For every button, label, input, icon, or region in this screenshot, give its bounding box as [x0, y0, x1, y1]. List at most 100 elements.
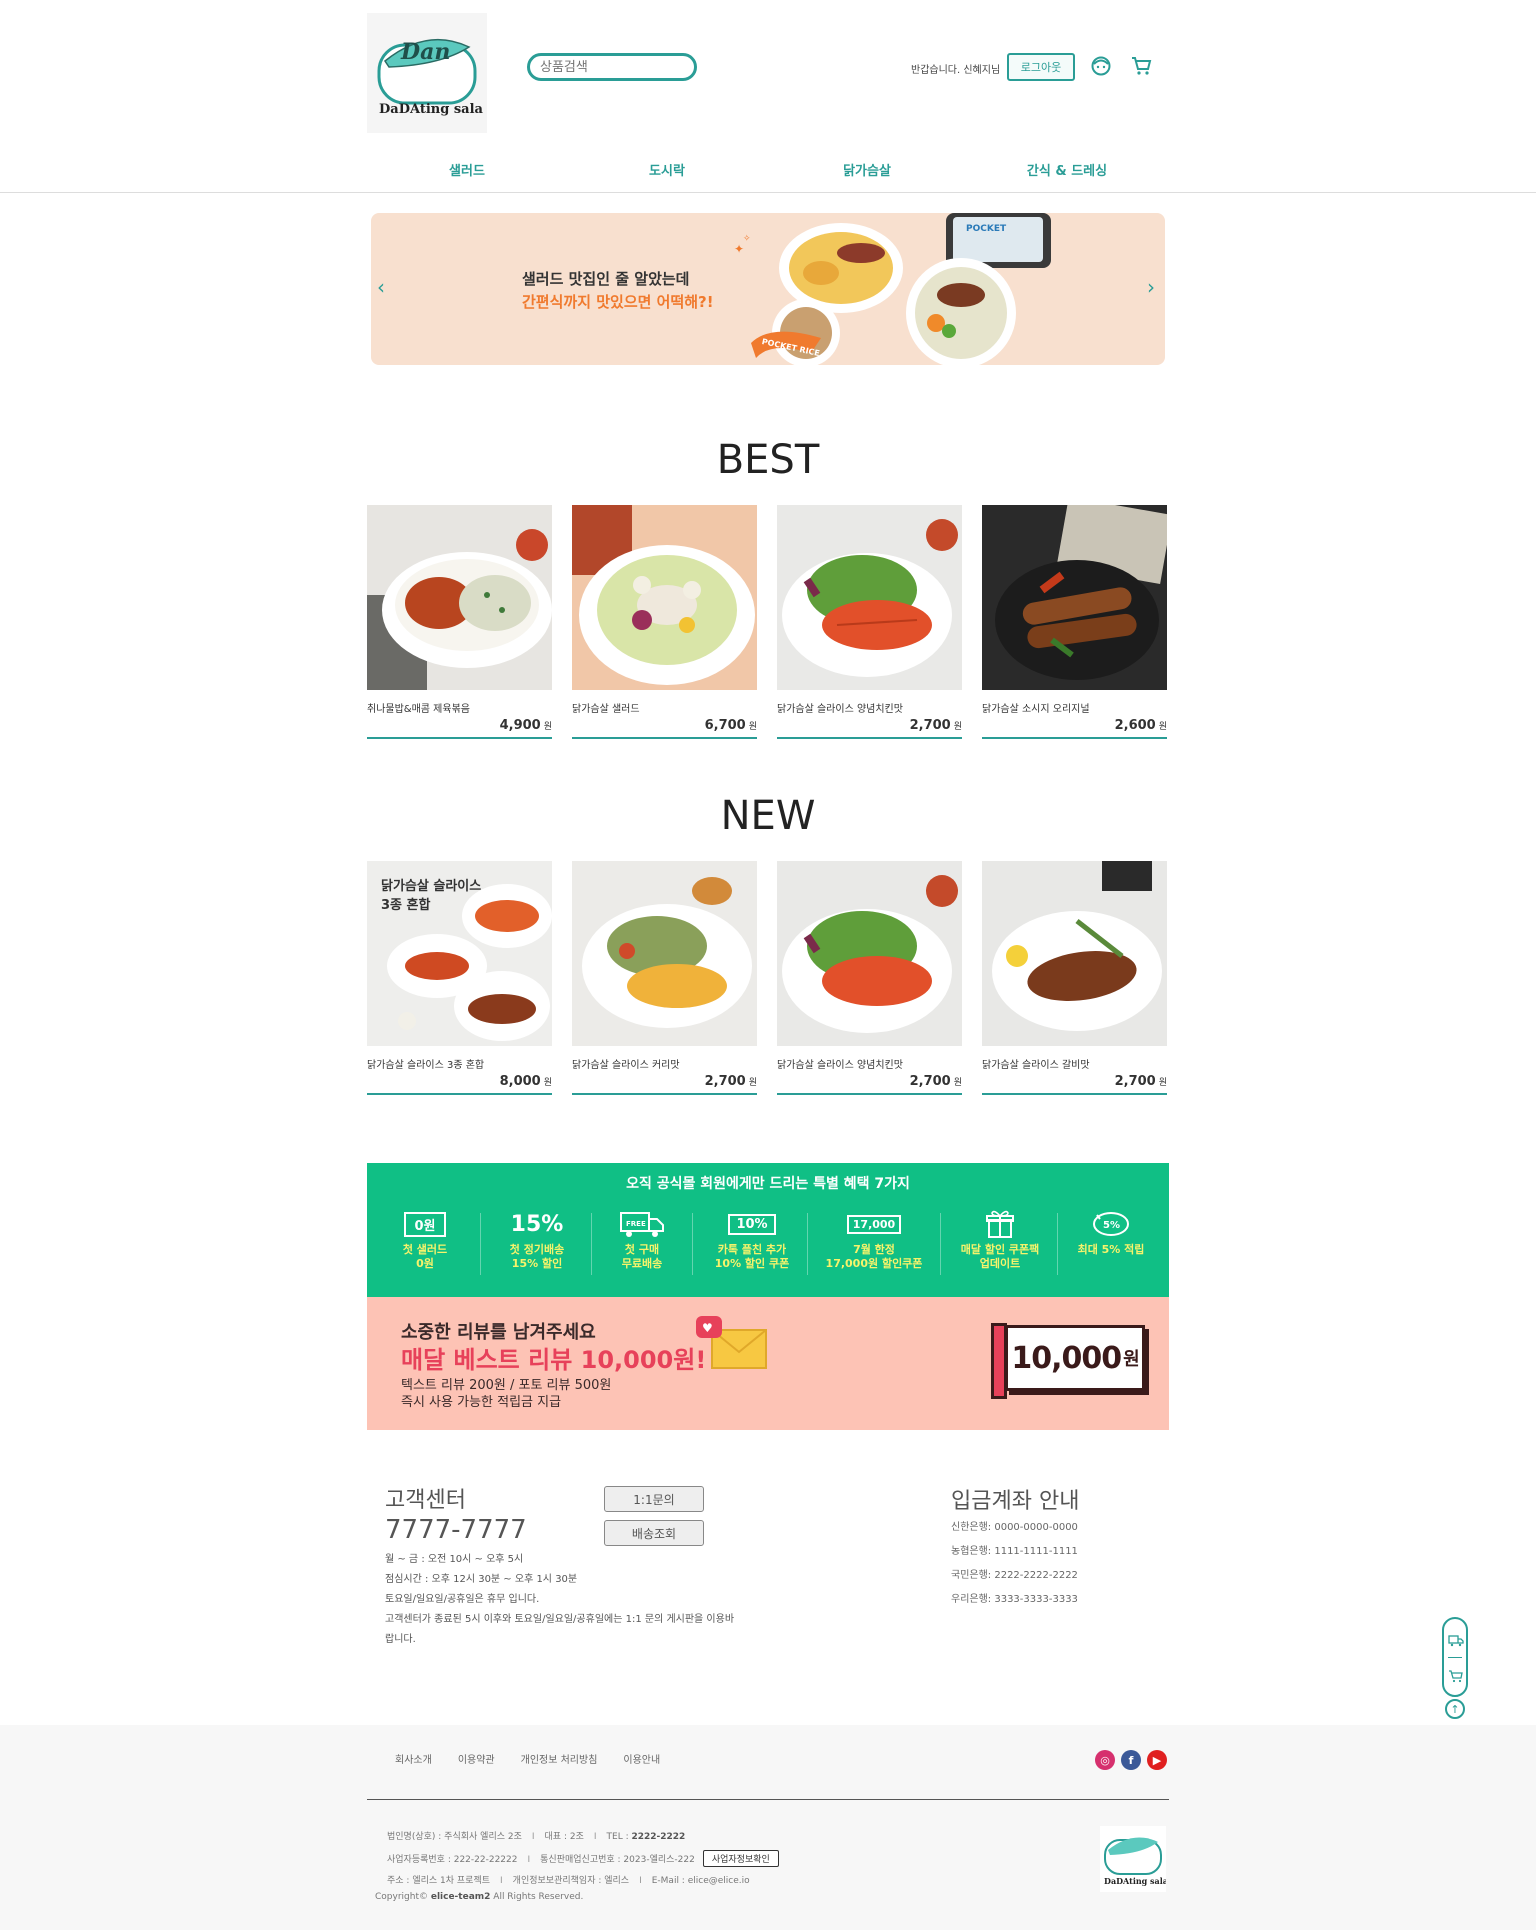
site-logo[interactable]: Dan DaDAting salad	[367, 13, 487, 133]
scroll-top-icon[interactable]: ↑	[1445, 1699, 1465, 1719]
review-line-4: 즉시 사용 가능한 적립금 지급	[401, 1395, 562, 1410]
cart-icon[interactable]	[1130, 55, 1152, 77]
product-name[interactable]: 닭가슴살 슬라이스 갈비맛	[982, 1056, 1167, 1071]
logout-button[interactable]: 로그아웃	[1007, 53, 1075, 81]
product-price: 2,700 원	[909, 1074, 962, 1089]
benefit-item: 17,000 7월 한정 17,000원 할인쿠폰	[819, 1209, 929, 1271]
banner-line-1: 샐러드 맛집인 줄 알았는데	[522, 270, 690, 288]
footer-link-about[interactable]: 회사소개	[395, 1751, 432, 1766]
instagram-icon[interactable]: ◎	[1095, 1750, 1115, 1770]
product-image[interactable]	[982, 861, 1167, 1046]
product-image[interactable]	[777, 861, 962, 1046]
product-image[interactable]	[777, 505, 962, 690]
customer-center-title: 고객센터	[385, 1488, 466, 1513]
benefit-item: 매달 할인 쿠폰팩 업데이트	[945, 1209, 1055, 1271]
product-price: 4,900 원	[499, 718, 552, 733]
product-image[interactable]: 닭가슴살 슬라이스 3종 혼합	[367, 861, 552, 1046]
product-price: 8,000 원	[499, 1074, 552, 1089]
product-name[interactable]: 닭가슴살 샐러드	[572, 700, 757, 715]
user-icon[interactable]	[1090, 55, 1112, 77]
product-price: 2,700 원	[909, 718, 962, 733]
product-name[interactable]: 닭가슴살 슬라이스 양념치킨맛	[777, 1056, 962, 1071]
footer-divider	[367, 1799, 1169, 1800]
svg-text:FREE: FREE	[626, 1220, 646, 1228]
svg-text:✦: ✦	[734, 242, 744, 256]
best-section-title: BEST	[716, 437, 820, 483]
benefits-heading: 오직 공식몰 회원에게만 드리는 특별 혜택 7가지	[626, 1176, 910, 1192]
delivery-truck-icon[interactable]	[1448, 1633, 1464, 1647]
product-price: 2,700 원	[1114, 1074, 1167, 1089]
product-card[interactable]: 닭가슴살 슬라이스 커리맛 2,700 원	[572, 861, 757, 1095]
bank-account-list: 신한은행: 0000-0000-0000 농협은행: 1111-1111-111…	[951, 1522, 1078, 1605]
nav-item-snack-dressing[interactable]: 간식 & 드레싱	[967, 160, 1167, 186]
percent-icon: 15%	[510, 1211, 564, 1237]
greeting-text: 반갑습니다. 신혜지님	[911, 65, 1001, 76]
footer-logo[interactable]: DaDAting salad	[1100, 1826, 1174, 1892]
banner-line-2: 간편식까지 맛있으면 어떡해?!	[522, 293, 714, 311]
review-line-2: 매달 베스트 리뷰 10,000원!	[401, 1346, 707, 1374]
product-card[interactable]: 닭가슴살 슬라이스 양념치킨맛 2,700 원	[777, 861, 962, 1095]
product-card[interactable]: 취나물밥&매콤 제육볶음 4,900 원	[367, 505, 552, 739]
inquiry-button[interactable]: 1:1문의	[604, 1486, 704, 1512]
youtube-icon[interactable]: ▶	[1147, 1750, 1167, 1770]
business-info-button[interactable]: 사업자정보확인	[702, 1850, 779, 1867]
best-product-grid: 취나물밥&매콤 제육볶음 4,900 원 닭가슴살 샐러드 6,700 원 닭가…	[367, 505, 1169, 739]
nav-item-lunchbox[interactable]: 도시락	[567, 160, 767, 186]
product-name[interactable]: 취나물밥&매콤 제육볶음	[367, 700, 552, 715]
product-name[interactable]: 닭가슴살 슬라이스 양념치킨맛	[777, 700, 962, 715]
benefit-item: 10% 카톡 플친 추가 10% 할인 쿠폰	[697, 1209, 807, 1271]
promo-banner[interactable]: ‹ › 샐러드 맛집인 줄 알았는데 간편식까지 맛있으면 어떡해?! POCK…	[371, 213, 1165, 365]
site-footer	[0, 1725, 1536, 1930]
image-overlay-line-1: 닭가슴살 슬라이스	[381, 879, 482, 894]
review-event-banner[interactable]: 소중한 리뷰를 남겨주세요 매달 베스트 리뷰 10,000원! 텍스트 리뷰 …	[367, 1297, 1169, 1430]
image-overlay-line-2: 3종 혼합	[381, 898, 431, 913]
footer-link-privacy[interactable]: 개인정보 처리방침	[521, 1751, 598, 1766]
delivery-truck-icon: FREE	[587, 1209, 697, 1239]
main-nav: 샐러드 도시락 닭가슴살 간식 & 드레싱	[367, 160, 1167, 186]
nav-item-salad[interactable]: 샐러드	[367, 160, 567, 186]
coupon-icon: 0원	[370, 1209, 480, 1239]
voucher-10000: 10,000 원	[991, 1323, 1151, 1403]
facebook-icon[interactable]: f	[1121, 1750, 1141, 1770]
nav-item-chicken-breast[interactable]: 닭가슴살	[767, 160, 967, 186]
product-price: 2,700 원	[704, 1074, 757, 1089]
product-image[interactable]	[982, 505, 1167, 690]
bank-account-title: 입금계좌 안내	[951, 1489, 1080, 1514]
quick-menu	[1442, 1617, 1468, 1697]
product-image[interactable]	[572, 505, 757, 690]
product-card[interactable]: 닭가슴살 슬라이스 갈비맛 2,700 원	[982, 861, 1167, 1095]
mail-heart-icon: ♥	[696, 1316, 767, 1369]
product-name[interactable]: 닭가슴살 슬라이스 3종 혼합	[367, 1056, 552, 1071]
cart-icon[interactable]	[1448, 1669, 1464, 1683]
benefit-item: 5% 최대 5% 적립	[1056, 1209, 1166, 1257]
svg-text:POCKET: POCKET	[966, 224, 1007, 234]
svg-text:DaDAting salad: DaDAting salad	[1104, 1876, 1166, 1886]
banner-next-icon[interactable]: ›	[1147, 275, 1155, 299]
product-card[interactable]: 닭가슴살 슬라이스 양념치킨맛 2,700 원	[777, 505, 962, 739]
benefit-item: 0원 첫 샐러드 0원	[370, 1209, 480, 1271]
delivery-tracking-button[interactable]: 배송조회	[604, 1520, 704, 1546]
member-benefits-banner[interactable]: 오직 공식몰 회원에게만 드리는 특별 혜택 7가지 0원 첫 샐러드 0원 15…	[367, 1163, 1169, 1297]
product-image[interactable]	[572, 861, 757, 1046]
product-image[interactable]	[367, 505, 552, 690]
banner-prev-icon[interactable]: ‹	[377, 275, 385, 299]
customer-center-tel: 7777-7777	[385, 1515, 527, 1545]
product-name[interactable]: 닭가슴살 슬라이스 커리맛	[572, 1056, 757, 1071]
product-card[interactable]: 닭가슴살 슬라이스 3종 혼합 닭가슴살 슬라이스 3종 혼합 8,000 원	[367, 861, 552, 1095]
benefit-item: 15% 첫 정기배송 15% 할인	[482, 1209, 592, 1271]
ticket-icon: 10%	[697, 1209, 807, 1239]
footer-links: 회사소개 이용약관 개인정보 처리방침 이용안내	[395, 1751, 660, 1766]
product-name[interactable]: 닭가슴살 소시지 오리지널	[982, 700, 1167, 715]
product-card[interactable]: 닭가슴살 샐러드 6,700 원	[572, 505, 757, 739]
footer-link-guide[interactable]: 이용안내	[623, 1751, 660, 1766]
svg-text:5%: 5%	[1103, 1220, 1120, 1231]
footer-business-info: 사업자등록번호 : 222-22-22222 I 통신판매업신고번호 : 2023-…	[387, 1850, 779, 1867]
footer-link-terms[interactable]: 이용약관	[458, 1751, 495, 1766]
svg-text:♥: ♥	[702, 1321, 713, 1335]
search-input[interactable]	[527, 53, 697, 81]
banner-food-image: POCKET POCKET RICE ✦ ✧	[734, 213, 1051, 365]
product-card[interactable]: 닭가슴살 소시지 오리지널 2,600 원	[982, 505, 1167, 739]
product-price: 2,600 원	[1114, 718, 1167, 733]
svg-text:DaDAting salad: DaDAting salad	[379, 102, 483, 117]
review-line-3: 텍스트 리뷰 200원 / 포토 리뷰 500원	[401, 1378, 612, 1393]
